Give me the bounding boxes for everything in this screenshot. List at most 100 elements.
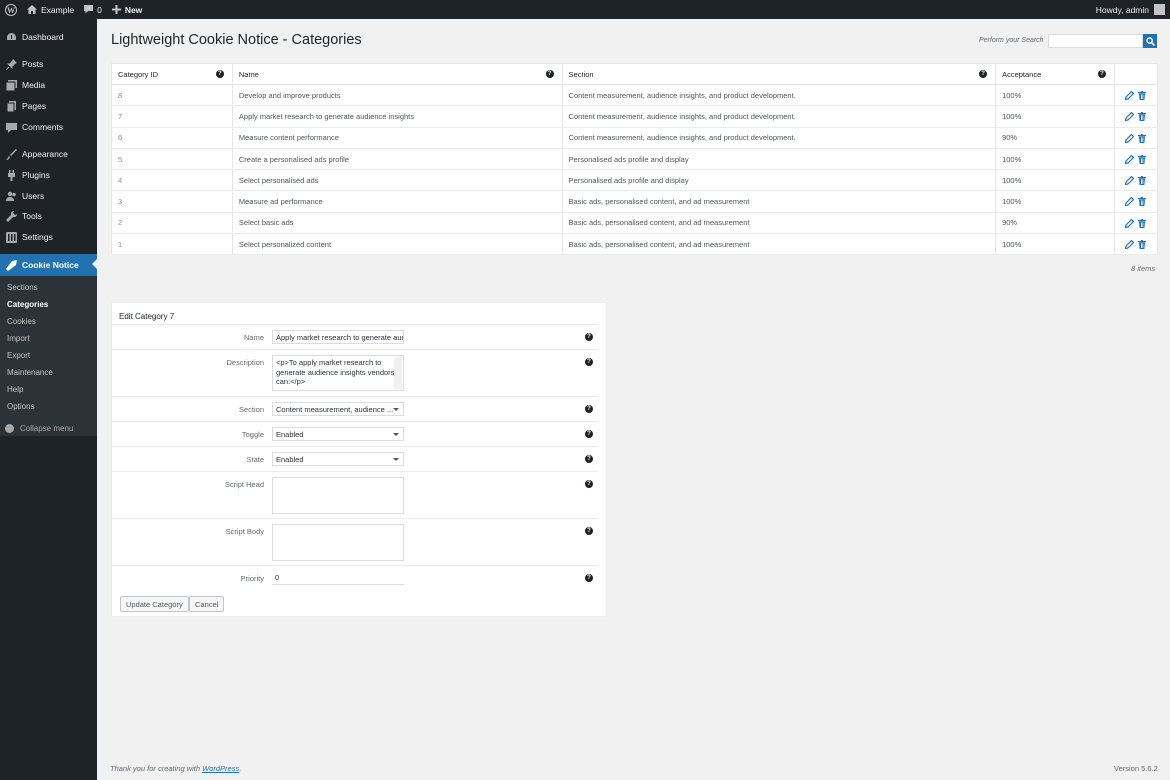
cell-actions: [1114, 233, 1158, 256]
edit-pencil-icon[interactable]: [1125, 218, 1135, 228]
state-select[interactable]: Enabled: [272, 452, 404, 466]
submenu-help[interactable]: Help: [7, 385, 23, 394]
my-account-link[interactable]: Howdy, admin: [1091, 0, 1170, 19]
column-label: Acceptance: [1002, 69, 1042, 79]
home-icon: [27, 5, 37, 14]
menu-users[interactable]: Users: [0, 186, 97, 206]
column-header-name[interactable]: Name?: [232, 63, 563, 85]
column-label: Category ID: [118, 69, 159, 79]
collapse-menu-button[interactable]: Collapse menu: [5, 424, 73, 433]
trash-icon[interactable]: [1138, 112, 1147, 122]
field-row-priority: Priority 0 ?: [112, 565, 598, 590]
menu-appearance[interactable]: Appearance: [0, 144, 97, 164]
field-row-section: Section Content measurement, audience ..…: [112, 396, 598, 421]
cell-category-id: 4: [111, 169, 233, 192]
help-icon[interactable]: ?: [585, 333, 593, 341]
menu-media[interactable]: Media: [0, 75, 97, 95]
edit-pencil-icon[interactable]: [1125, 133, 1135, 143]
submenu-export[interactable]: Export: [7, 351, 30, 360]
search-button[interactable]: [1143, 34, 1157, 48]
column-header-category-id[interactable]: Category ID?: [111, 63, 233, 85]
cookie-notice-submenu: Sections Categories Cookies Import Expor…: [0, 276, 97, 436]
menu-dashboard[interactable]: Dashboard: [0, 27, 97, 47]
edit-pencil-icon[interactable]: [1125, 112, 1135, 122]
comments-link[interactable]: 0: [79, 0, 107, 19]
column-header-acceptance[interactable]: Acceptance?: [995, 63, 1115, 85]
new-content-link[interactable]: New: [107, 0, 147, 19]
help-icon[interactable]: ?: [585, 405, 593, 413]
description-textarea[interactable]: <p>To apply market research to generate …: [272, 355, 404, 391]
table-row: 4 Select personalised ads Personalised ads…: [111, 169, 1158, 192]
column-header-section[interactable]: Section?: [562, 63, 997, 85]
submenu-categories[interactable]: Categories: [7, 300, 48, 309]
toggle-select[interactable]: Enabled: [272, 427, 404, 441]
textarea-scrollbar[interactable]: [394, 357, 402, 389]
menu-plugins[interactable]: Plugins: [0, 165, 97, 185]
svg-text:W: W: [7, 6, 15, 15]
help-icon[interactable]: ?: [979, 70, 988, 78]
menu-posts[interactable]: Posts: [0, 54, 97, 74]
footer-thanks-suffix: .: [239, 764, 242, 773]
table-row: 3 Measure ad performance Basic ads, person…: [111, 190, 1158, 213]
submenu-import[interactable]: Import: [7, 334, 30, 343]
edit-pencil-icon[interactable]: [1125, 176, 1135, 186]
trash-icon[interactable]: [1138, 239, 1147, 249]
edit-pencil-icon[interactable]: [1125, 154, 1135, 164]
script-head-editor[interactable]: [272, 477, 404, 514]
menu-tools[interactable]: Tools: [0, 206, 97, 226]
edit-pencil-icon[interactable]: [1125, 197, 1135, 207]
trash-icon[interactable]: [1138, 154, 1147, 164]
help-icon[interactable]: ?: [585, 455, 593, 463]
cell-category-id: 7: [111, 105, 233, 128]
help-icon[interactable]: ?: [585, 480, 593, 488]
submenu-maintenance[interactable]: Maintenance: [7, 368, 53, 377]
update-category-button[interactable]: Update Category: [120, 596, 189, 612]
categories-table: Category ID? Name? Section? Acceptance? …: [111, 63, 1158, 256]
description-line: can:</p>: [276, 377, 306, 386]
help-icon[interactable]: ?: [215, 70, 224, 78]
help-icon[interactable]: ?: [1097, 70, 1106, 78]
help-icon[interactable]: ?: [585, 358, 593, 366]
cell-name: Measure ad performance: [232, 190, 563, 213]
menu-settings[interactable]: Settings: [0, 227, 97, 247]
help-icon[interactable]: ?: [585, 574, 593, 582]
site-name-link[interactable]: Example: [22, 0, 79, 19]
help-icon[interactable]: ?: [585, 527, 593, 535]
submenu-cookies[interactable]: Cookies: [7, 317, 36, 326]
search-input[interactable]: [1048, 34, 1143, 48]
cancel-button[interactable]: Cancel: [189, 596, 225, 612]
wordpress-link[interactable]: WordPress: [202, 764, 239, 773]
state-value: Enabled: [276, 455, 304, 464]
script-body-editor[interactable]: [272, 524, 404, 561]
script-head-label: Script Head: [224, 480, 264, 489]
trash-icon[interactable]: [1138, 90, 1147, 100]
trash-icon[interactable]: [1138, 218, 1147, 228]
cell-name: Select personalized content: [232, 233, 563, 256]
comment-icon: [5, 121, 18, 134]
wordpress-logo-icon[interactable]: W: [0, 0, 22, 19]
trash-icon[interactable]: [1138, 133, 1147, 143]
menu-pages[interactable]: Pages: [0, 96, 97, 116]
name-label: Name: [243, 333, 264, 342]
submenu-sections[interactable]: Sections: [7, 283, 38, 292]
edit-pencil-icon[interactable]: [1125, 90, 1135, 100]
submenu-options[interactable]: Options: [7, 402, 35, 411]
menu-cookie-notice[interactable]: Cookie Notice: [0, 254, 97, 276]
table-row: 2 Select basic ads Basic ads, personalised…: [111, 212, 1158, 235]
cell-category-id: 2: [111, 212, 233, 235]
trash-icon[interactable]: [1138, 176, 1147, 186]
settings-icon: [5, 231, 18, 244]
chevron-down-icon: [393, 408, 399, 411]
edit-pencil-icon[interactable]: [1125, 239, 1135, 249]
column-label: Section: [568, 69, 594, 79]
name-input[interactable]: Apply market research to generate audi: [272, 330, 404, 344]
help-icon[interactable]: ?: [545, 70, 554, 78]
menu-comments[interactable]: Comments: [0, 117, 97, 137]
trash-icon[interactable]: [1138, 197, 1147, 207]
cell-name: Apply market research to generate audien…: [232, 105, 563, 128]
help-icon[interactable]: ?: [585, 430, 593, 438]
footer-thanks-text: Thank you for creating with: [110, 764, 203, 773]
table-row: 6 Measure content performance Content meas…: [111, 127, 1158, 149]
priority-input[interactable]: 0: [272, 571, 404, 585]
section-select[interactable]: Content measurement, audience ...: [272, 402, 404, 416]
